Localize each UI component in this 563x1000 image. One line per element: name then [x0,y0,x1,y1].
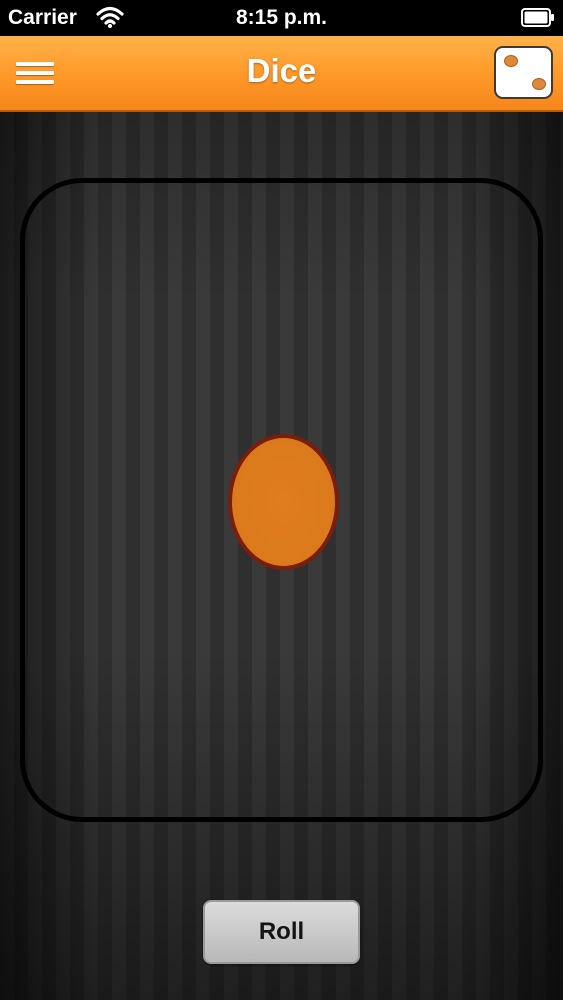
status-time: 8:15 p.m. [235,6,328,29]
battery-icon [521,8,554,27]
roll-button[interactable]: Roll [203,900,360,964]
die-pip-icon [532,78,546,90]
dice-face[interactable] [20,178,543,822]
page-title: Dice [246,52,317,89]
die-pip-icon [504,55,518,67]
dice-pip [228,434,339,570]
die-selector-button[interactable] [494,46,553,99]
status-bar: Carrier 8:15 p.m. [0,0,563,36]
navigation-bar: Dice [0,36,563,112]
